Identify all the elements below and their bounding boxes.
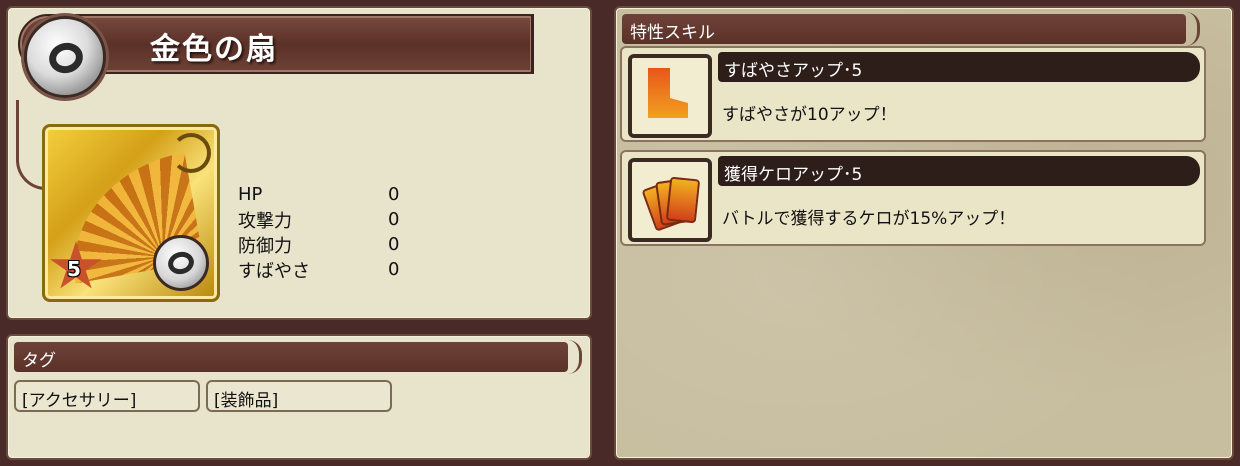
stat-value: 0 [388, 259, 400, 280]
tag-list: [アクセサリー] [装飾品] [14, 380, 392, 412]
stat-row-defense: 防御力 0 [238, 232, 438, 257]
stat-row-attack: 攻撃力 0 [238, 207, 438, 232]
item-card[interactable]: 5 [42, 124, 220, 302]
skills-header: 特性スキル [622, 12, 1200, 46]
stat-value: 0 [388, 234, 400, 255]
item-panel: 金色の扇 5 HP 0 攻撃力 0 防御力 0 すばやさ 0 [6, 6, 592, 320]
tag-header-label: タグ [22, 351, 56, 371]
stat-value: 0 [388, 184, 400, 205]
boot-icon [628, 54, 712, 138]
cards-icon [628, 158, 712, 242]
hook-decoration [1182, 12, 1200, 46]
card-ring-icon [153, 235, 209, 291]
skill-desc: バトルで獲得するケロが15%アップ！ [722, 209, 1016, 229]
rarity-number: 5 [67, 257, 81, 281]
skill-item[interactable]: すばやさアップ･5 すばやさが10アップ！ [620, 46, 1206, 142]
tag-chip[interactable]: [装飾品] [206, 380, 392, 412]
tag-header: タグ [14, 340, 582, 374]
ring-icon [24, 16, 106, 98]
skill-name: 獲得ケロアップ･5 [718, 156, 1200, 186]
skills-panel: 特性スキル すばやさアップ･5 すばやさが10アップ！ 獲得ケロアップ･5 バト… [614, 6, 1234, 460]
stat-label: 攻撃力 [238, 210, 292, 232]
skill-desc: すばやさが10アップ！ [722, 105, 897, 125]
tag-chip[interactable]: [アクセサリー] [14, 380, 200, 412]
skills-header-label: 特性スキル [630, 23, 715, 43]
swirl-icon [171, 133, 211, 173]
stat-label: 防御力 [238, 235, 292, 257]
skill-item[interactable]: 獲得ケロアップ･5 バトルで獲得するケロが15%アップ！ [620, 150, 1206, 246]
stat-row-hp: HP 0 [238, 182, 438, 207]
skill-name: すばやさアップ･5 [718, 52, 1200, 82]
stat-label: すばやさ [238, 260, 310, 282]
tag-panel: タグ [アクセサリー] [装飾品] [6, 334, 592, 460]
stat-value: 0 [388, 209, 400, 230]
stats-list: HP 0 攻撃力 0 防御力 0 すばやさ 0 [238, 182, 438, 282]
stat-row-speed: すばやさ 0 [238, 257, 438, 282]
hook-decoration [564, 340, 582, 374]
item-name: 金色の扇 [150, 32, 278, 67]
stat-label: HP [238, 184, 263, 205]
